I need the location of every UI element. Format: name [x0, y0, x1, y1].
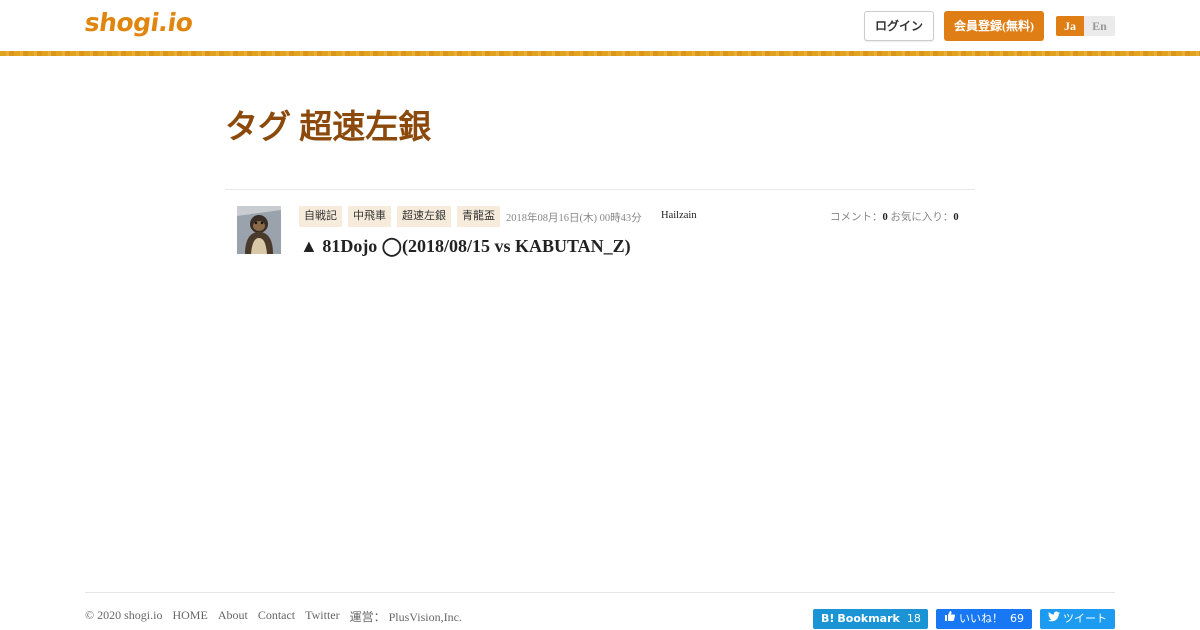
tweet-button[interactable]: ツイート [1040, 609, 1115, 629]
entry-title-link[interactable]: ▲ 81Dojo ◯(2018/08/15 vs KABUTAN_Z) [300, 236, 631, 257]
site-logo[interactable]: shogi.io [83, 8, 195, 37]
register-button[interactable]: 会員登録(無料) [944, 11, 1044, 41]
footer-operator[interactable]: 運営： PlusVision,Inc. [350, 608, 462, 625]
twitter-bird-icon [1048, 609, 1060, 629]
favorite-count: 0 [953, 212, 959, 223]
page-title: タグ 超速左銀 [225, 110, 432, 146]
header-stripe [0, 51, 1200, 56]
site-header: shogi.io ログイン 会員登録(無料) Ja En [0, 0, 1200, 52]
lang-ja-toggle[interactable]: Ja [1056, 16, 1084, 36]
footer-links: © 2020 shogi.io HOME About Contact Twitt… [85, 608, 462, 625]
user-avatar[interactable] [237, 206, 281, 254]
thumbs-up-icon [944, 609, 956, 629]
entry-author[interactable]: Hailzain [661, 210, 697, 221]
entry-date: 2018年08月16日(木) 00時43分 [506, 213, 642, 224]
footer-link-contact[interactable]: Contact [258, 608, 295, 625]
hatena-bookmark-button[interactable]: B! Bookmark 18 [813, 609, 928, 629]
lang-en-toggle[interactable]: En [1084, 16, 1115, 36]
footer-link-twitter[interactable]: Twitter [305, 608, 339, 625]
tag-list: 自戦記 中飛車 超速左銀 青龍盃 [299, 206, 500, 227]
footer-link-home[interactable]: HOME [172, 608, 207, 625]
comment-label: コメント： [830, 212, 883, 223]
tag-jisenki[interactable]: 自戦記 [299, 206, 342, 227]
hatena-label: Bookmark [837, 612, 900, 625]
hatena-count: 18 [906, 612, 921, 625]
hatena-icon: B! [821, 612, 835, 625]
tag-seiryuhai[interactable]: 青龍盃 [457, 206, 500, 227]
tag-nakabisha[interactable]: 中飛車 [348, 206, 391, 227]
tag-chosoku-sagigin[interactable]: 超速左銀 [397, 206, 451, 227]
divider [225, 189, 975, 190]
facebook-like-count: 69 [1010, 612, 1024, 625]
facebook-like-label: いいね！ [959, 612, 1003, 625]
tweet-label: ツイート [1063, 612, 1107, 625]
copyright-text: © 2020 shogi.io [85, 608, 163, 622]
comment-count: 0 [882, 212, 888, 223]
footer-link-about[interactable]: About [218, 608, 248, 625]
facebook-like-button[interactable]: いいね！ 69 [936, 609, 1032, 629]
login-button[interactable]: ログイン [864, 11, 934, 41]
entry-counts: コメント：0 お気に入り：0 [830, 209, 959, 224]
footer-divider [85, 592, 1115, 593]
favorite-label: お気に入り： [890, 212, 954, 223]
